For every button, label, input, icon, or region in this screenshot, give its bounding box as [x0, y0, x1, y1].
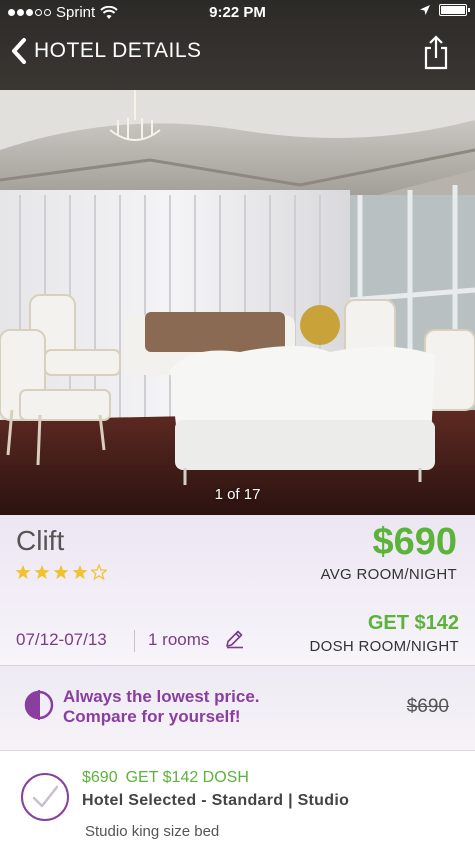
star-filled-icon — [34, 565, 50, 579]
room-price: $690 — [82, 769, 118, 786]
hotel-name: Clift — [16, 525, 65, 556]
room-count[interactable]: 1 rooms — [148, 630, 209, 650]
promo-text: Always the lowest price. Compare for you… — [63, 687, 260, 727]
dosh-label: DOSH ROOM/NIGHT — [309, 638, 459, 655]
room-dosh: GET $142 DOSH — [125, 769, 249, 786]
pencil-icon[interactable] — [224, 629, 244, 649]
half-circle-icon — [24, 690, 54, 720]
star-filled-icon — [53, 565, 69, 579]
location-arrow-icon — [420, 5, 430, 15]
dosh-reward: GET $142 — [367, 612, 459, 634]
room-prices: $690 GET $142 DOSH — [82, 769, 249, 787]
price-label: AVG ROOM/NIGHT — [320, 566, 457, 583]
price-guarantee-banner[interactable]: Always the lowest price. Compare for you… — [0, 666, 475, 751]
chevron-left-icon — [12, 38, 26, 64]
status-time: 9:22 PM — [209, 4, 266, 21]
check-circle-icon[interactable] — [20, 772, 70, 822]
star-filled-icon — [15, 565, 31, 579]
hotel-price: $690 — [372, 521, 457, 563]
star-filled-icon — [72, 565, 88, 579]
back-button[interactable]: HOTEL DETAILS — [10, 36, 202, 66]
compare-price: $690 — [406, 696, 449, 717]
stay-dates[interactable]: 07/12-07/13 — [16, 630, 107, 650]
photo-counter: 1 of 17 — [214, 486, 261, 503]
status-right — [419, 4, 470, 16]
room-description: Studio king size bed — [85, 823, 220, 840]
page-title: HOTEL DETAILS — [34, 39, 202, 62]
room-title: Hotel Selected - Standard | Studio — [82, 792, 350, 809]
battery-icon — [439, 4, 470, 16]
room-option[interactable]: $690 GET $142 DOSH Hotel Selected - Stand… — [0, 751, 475, 845]
promo-line-2: Compare for yourself! — [63, 707, 241, 726]
hotel-summary: Clift $690 AVG ROOM/NIGHT 07/12-07/13 1 … — [0, 515, 475, 666]
hotel-photo-carousel[interactable]: 1 of 17 — [0, 90, 475, 515]
divider — [134, 630, 135, 652]
share-icon[interactable] — [423, 34, 449, 70]
hotel-photo — [0, 90, 475, 515]
promo-line-1: Always the lowest price. — [63, 687, 260, 706]
star-rating — [15, 564, 107, 580]
status-bar: Sprint 9:22 PM — [0, 0, 475, 26]
star-empty-icon — [91, 564, 107, 580]
app-header: Sprint 9:22 PM HOTEL DETAILS — [0, 0, 475, 90]
